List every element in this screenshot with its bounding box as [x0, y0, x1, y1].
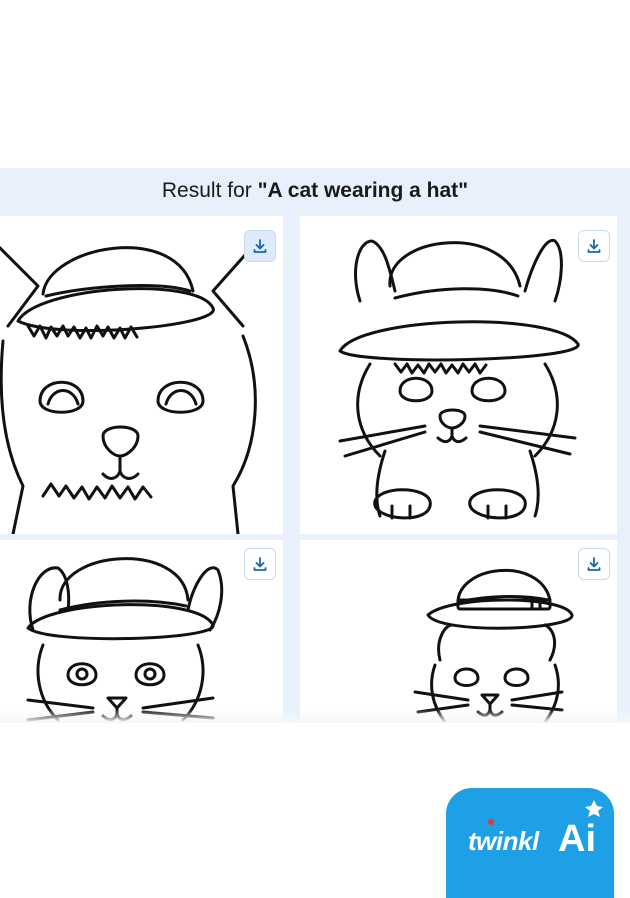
image-card-2[interactable]: [300, 216, 617, 534]
results-query: "A cat wearing a hat": [257, 179, 469, 202]
image-card-1[interactable]: [0, 216, 283, 534]
download-button-4[interactable]: [578, 548, 610, 580]
results-panel: Result for "A cat wearing a hat": [0, 168, 630, 723]
cat-image-1: [0, 244, 257, 534]
download-button-1[interactable]: [244, 230, 276, 262]
download-icon: [253, 557, 267, 571]
download-icon: [587, 239, 601, 253]
download-button-3[interactable]: [244, 548, 276, 580]
scroll-fade: [0, 709, 630, 723]
cat-image-4: [413, 568, 574, 723]
download-icon: [587, 557, 601, 571]
twinkl-ai-logo-button[interactable]: twinkl Ai: [446, 788, 614, 898]
image-card-3[interactable]: [0, 540, 283, 723]
ai-logo-text: Ai: [558, 818, 596, 860]
twinkl-logo-text: twinkl: [468, 826, 539, 856]
download-button-2[interactable]: [578, 230, 610, 262]
results-heading-prefix: Result for: [161, 179, 252, 202]
cat-image-3: [26, 557, 224, 722]
cat-image-2: [338, 239, 580, 520]
download-icon: [253, 239, 267, 253]
results-heading: Result for "A cat wearing a hat": [0, 168, 630, 214]
image-card-4[interactable]: [300, 540, 617, 723]
